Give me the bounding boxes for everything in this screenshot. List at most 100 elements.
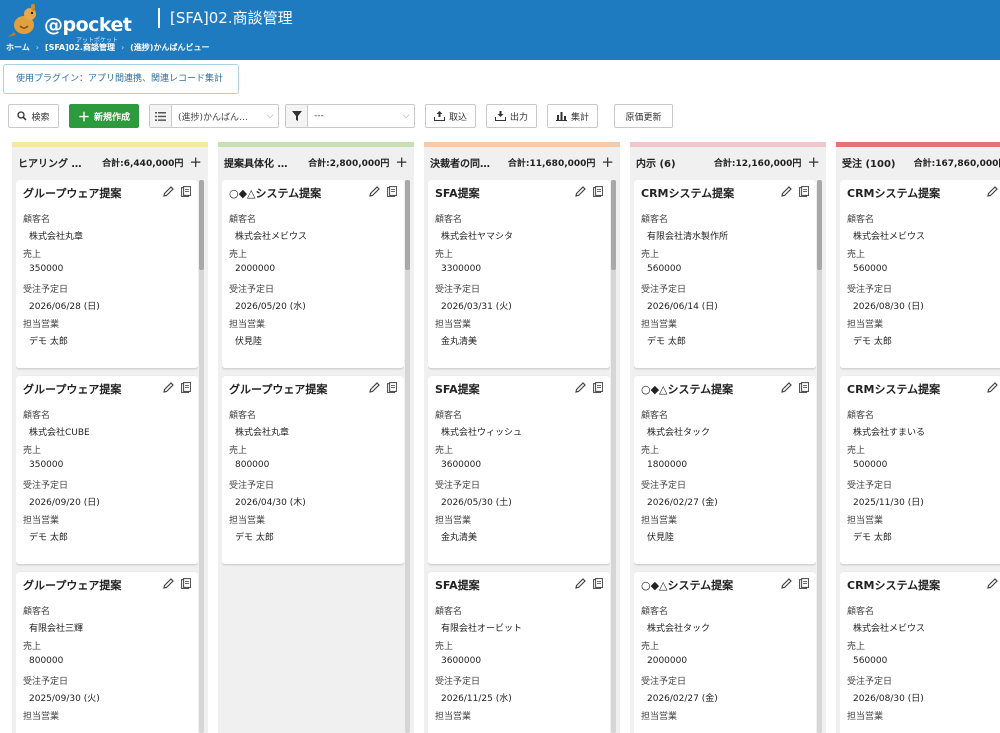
column-scrollbar[interactable]: [817, 180, 822, 733]
column-title: 内示 (6): [636, 158, 676, 170]
filter-select[interactable]: --- ⌵: [285, 104, 415, 128]
field-value-date: 2026/04/30 (木): [235, 498, 306, 508]
field-value-customer: 株式会社タック: [647, 428, 711, 438]
field-value-sales: 1800000: [647, 460, 688, 470]
kanban-card[interactable]: CRMシステム提案 顧客名 株式会社メビウス 売上 560000 受注予定日 2026/08…: [840, 180, 1000, 368]
add-card-icon[interactable]: +: [601, 155, 614, 170]
app-title: [SFA]02.商談管理: [158, 8, 293, 28]
scrollbar-thumb[interactable]: [611, 180, 616, 270]
pencil-icon[interactable]: [163, 186, 174, 197]
kanban-card[interactable]: ○◆△システム提案 顧客名 株式会社タック 売上 2000000 受注予定日 2026/02…: [634, 572, 816, 733]
copy-icon[interactable]: [181, 578, 191, 589]
add-card-icon[interactable]: +: [189, 155, 202, 170]
scrollbar-thumb[interactable]: [199, 180, 204, 270]
column-header: 提案具体化 … 合計:2,800,000円 +: [218, 151, 414, 173]
kanban-card[interactable]: SFA提案 顧客名 株式会社ウィッシュ 売上 3600000 受注予定日 2026/05/3…: [428, 376, 610, 564]
field-label-sales: 売上: [23, 446, 42, 456]
field-value-sales: 560000: [853, 264, 888, 274]
kanban-card[interactable]: グループウェア提案 顧客名 有限会社三輝 売上 800000 受注予定日 2025/09/3…: [16, 572, 198, 733]
field-label-rep: 担当営業: [847, 712, 884, 722]
cost-update-button[interactable]: 原価更新: [614, 104, 673, 128]
field-label-date: 受注予定日: [641, 677, 687, 687]
cost-update-label: 原価更新: [625, 112, 662, 123]
column-scrollbar[interactable]: [611, 180, 616, 733]
pencil-icon[interactable]: [163, 578, 174, 589]
chevron-down-icon: ⌵: [402, 111, 410, 121]
kanban-card[interactable]: CRMシステム提案 顧客名 株式会社すまいる 売上 500000 受注予定日 2025/11…: [840, 376, 1000, 564]
field-label-rep: 担当営業: [641, 516, 678, 526]
pencil-icon[interactable]: [575, 578, 586, 589]
kanban-card[interactable]: SFA提案 顧客名 有限会社オービット 売上 3600000 受注予定日 2026/11/2…: [428, 572, 610, 733]
pencil-icon[interactable]: [987, 382, 998, 393]
breadcrumb-home[interactable]: ホーム: [6, 42, 30, 53]
card-header: ○◆△システム提案: [641, 578, 809, 598]
app-logo[interactable]: @pocket アットポケット: [6, 4, 132, 44]
copy-icon[interactable]: [387, 186, 397, 197]
field-value-customer: 有限会社三輝: [29, 624, 84, 634]
import-button[interactable]: 取込: [425, 104, 476, 128]
copy-icon[interactable]: [593, 578, 603, 589]
kanban-card[interactable]: ○◆△システム提案 顧客名 株式会社メビウス 売上 2000000 受注予定日 2026/0…: [222, 180, 404, 368]
breadcrumb-app[interactable]: [SFA]02.商談管理: [45, 42, 115, 53]
kanban-card[interactable]: ○◆△システム提案 顧客名 株式会社タック 売上 1800000 受注予定日 2026/02…: [634, 376, 816, 564]
pencil-icon[interactable]: [781, 382, 792, 393]
add-card-icon[interactable]: +: [807, 155, 820, 170]
kanban-card[interactable]: CRMシステム提案 顧客名 株式会社メビウス 売上 560000 受注予定日 2026/08…: [840, 572, 1000, 733]
field-label-date: 受注予定日: [229, 285, 275, 295]
copy-icon[interactable]: [799, 382, 809, 393]
pencil-icon[interactable]: [163, 382, 174, 393]
pencil-icon[interactable]: [575, 382, 586, 393]
add-card-icon[interactable]: +: [395, 155, 408, 170]
export-button[interactable]: 出力: [486, 104, 537, 128]
field-label-rep: 担当営業: [23, 516, 60, 526]
copy-icon[interactable]: [799, 578, 809, 589]
field-label-sales: 売上: [229, 250, 248, 260]
kanban-card[interactable]: SFA提案 顧客名 株式会社ヤマシタ 売上 3300000 受注予定日 2026/03/31…: [428, 180, 610, 368]
pencil-icon[interactable]: [369, 186, 380, 197]
scrollbar-thumb[interactable]: [405, 180, 410, 270]
field-label-date: 受注予定日: [435, 481, 481, 491]
aggregate-button[interactable]: 集計: [547, 104, 598, 128]
field-value-rep: デモ 太郎: [235, 533, 274, 543]
copy-icon[interactable]: [387, 382, 397, 393]
copy-icon[interactable]: [799, 186, 809, 197]
view-select[interactable]: (進捗)かんばん… ⌵: [149, 104, 279, 128]
field-label-customer: 顧客名: [435, 411, 463, 421]
field-label-sales: 売上: [641, 642, 660, 652]
field-value-rep: デモ 太郎: [647, 337, 686, 347]
field-value-rep: [23, 726, 191, 733]
card-actions: [987, 186, 1000, 206]
field-value-date: 2026/03/31 (火): [441, 302, 512, 312]
pencil-icon[interactable]: [781, 186, 792, 197]
copy-icon[interactable]: [181, 186, 191, 197]
field-value-sales: 500000: [853, 460, 888, 470]
pencil-icon[interactable]: [369, 382, 380, 393]
scrollbar-thumb[interactable]: [817, 180, 822, 270]
field-value-rep: [847, 726, 1000, 733]
kanban-card[interactable]: CRMシステム提案 顧客名 有限会社清水製作所 売上 560000 受注予定日 2026/0…: [634, 180, 816, 368]
column-scrollbar[interactable]: [199, 180, 204, 733]
search-button[interactable]: 検索: [8, 104, 59, 128]
card-title: CRMシステム提案: [641, 187, 735, 200]
card-header: ○◆△システム提案: [229, 186, 397, 206]
column-scrollbar[interactable]: [405, 180, 410, 733]
kanban-card[interactable]: グループウェア提案 顧客名 株式会社丸章 売上 800000 受注予定日 2026/04/3…: [222, 376, 404, 564]
pencil-icon[interactable]: [575, 186, 586, 197]
field-label-rep: 担当営業: [847, 320, 884, 330]
copy-icon[interactable]: [593, 186, 603, 197]
filter-icon: [286, 105, 308, 127]
kanban-card[interactable]: グループウェア提案 顧客名 株式会社CUBE 売上 350000 受注予定日 2026/09…: [16, 376, 198, 564]
new-record-button[interactable]: ＋ 新規作成: [69, 104, 139, 128]
copy-icon[interactable]: [593, 382, 603, 393]
field-label-rep: 担当営業: [641, 320, 678, 330]
kanban-card[interactable]: グループウェア提案 顧客名 株式会社丸章 売上 350000 受注予定日 2026/06/2…: [16, 180, 198, 368]
pencil-icon[interactable]: [987, 578, 998, 589]
field-value-date: 2026/02/27 (金): [647, 498, 718, 508]
copy-icon[interactable]: [181, 382, 191, 393]
field-value-sales: 2000000: [647, 656, 688, 666]
field-value-customer: 株式会社丸章: [29, 232, 84, 242]
field-label-customer: 顧客名: [641, 607, 669, 617]
field-label-rep: 担当営業: [435, 320, 472, 330]
pencil-icon[interactable]: [987, 186, 998, 197]
pencil-icon[interactable]: [781, 578, 792, 589]
